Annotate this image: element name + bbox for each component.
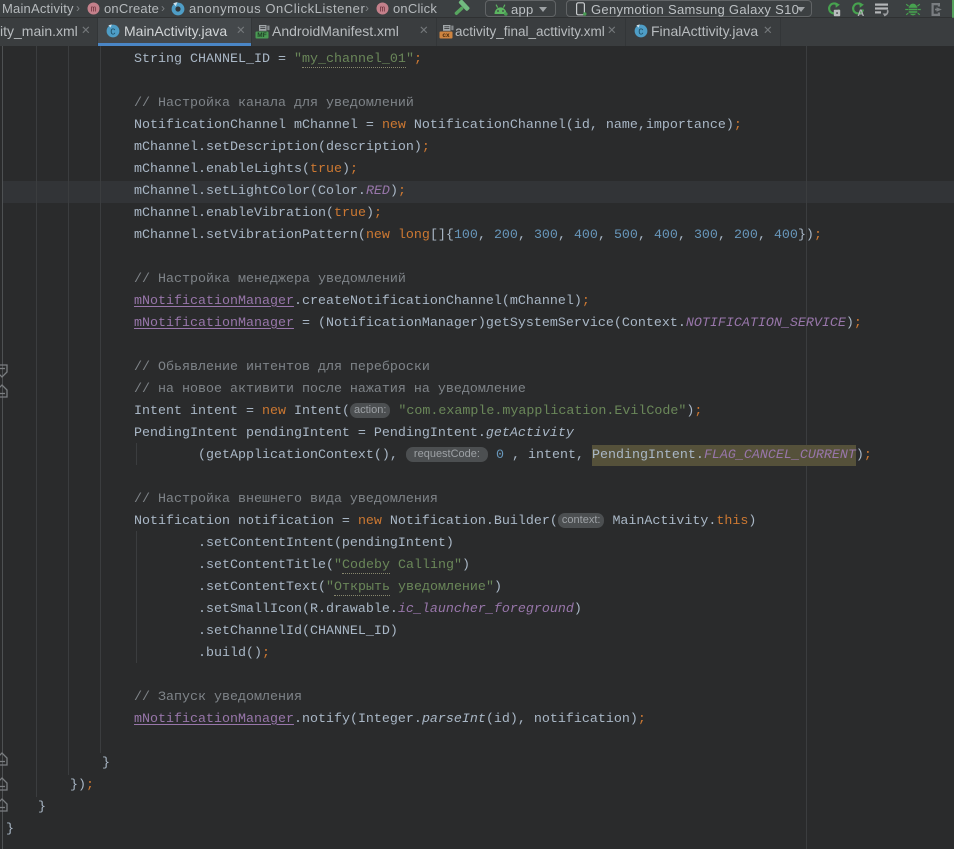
svg-text:cx: cx bbox=[442, 32, 450, 39]
svg-text:A: A bbox=[857, 8, 864, 17]
svg-text:C: C bbox=[110, 27, 116, 37]
svg-text:MF: MF bbox=[257, 32, 266, 39]
svg-text:m: m bbox=[380, 5, 385, 15]
svg-text:m: m bbox=[91, 5, 96, 15]
svg-text:C: C bbox=[638, 27, 644, 37]
